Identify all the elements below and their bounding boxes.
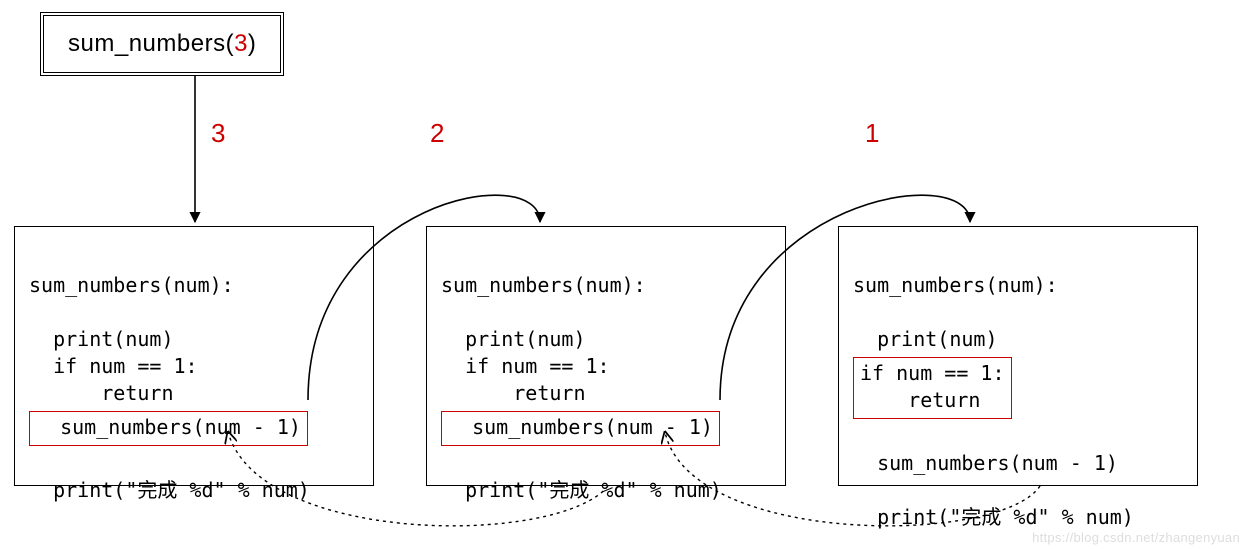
f1-ret: return <box>53 381 173 405</box>
step-label-3: 3 <box>211 118 225 149</box>
initial-call-box: sum_numbers(3) <box>40 12 284 76</box>
f1-rec: sum_numbers(num - 1) <box>60 415 301 439</box>
f3-def: sum_numbers(num): <box>853 273 1058 297</box>
call-arg: 3 <box>234 30 248 57</box>
frame-3: sum_numbers(num): print(num) if num == 1… <box>838 226 1198 486</box>
f2-print: print(num) <box>465 327 585 351</box>
frame-1: sum_numbers(num): print(num) if num == 1… <box>14 226 374 486</box>
f1-def: sum_numbers(num): <box>29 273 234 297</box>
f2-cond: if num == 1: <box>465 354 610 378</box>
f1-done: print("完成 %d" % num) <box>53 478 310 502</box>
f1-print: print(num) <box>53 327 173 351</box>
f2-rec: sum_numbers(num - 1) <box>472 415 713 439</box>
f1-rec-highlight: sum_numbers(num - 1) <box>29 411 308 446</box>
call-fn: sum_numbers <box>68 30 226 57</box>
f2-ret: return <box>465 381 585 405</box>
watermark: https://blog.csdn.net/zhangenyuan <box>1032 530 1240 545</box>
f2-def: sum_numbers(num): <box>441 273 646 297</box>
step-label-2: 2 <box>430 118 444 149</box>
f3-cond-highlight: if num == 1: return <box>853 357 1012 419</box>
f2-done: print("完成 %d" % num) <box>465 478 722 502</box>
f1-cond: if num == 1: <box>53 354 198 378</box>
step-label-1: 1 <box>865 118 879 149</box>
f3-cond: if num == 1: <box>860 361 1005 385</box>
f3-done: print("完成 %d" % num) <box>877 505 1134 529</box>
frame-2: sum_numbers(num): print(num) if num == 1… <box>426 226 786 486</box>
f2-rec-highlight: sum_numbers(num - 1) <box>441 411 720 446</box>
f3-print: print(num) <box>877 327 997 351</box>
f3-rec: sum_numbers(num - 1) <box>877 451 1118 475</box>
f3-ret: return <box>860 388 980 412</box>
